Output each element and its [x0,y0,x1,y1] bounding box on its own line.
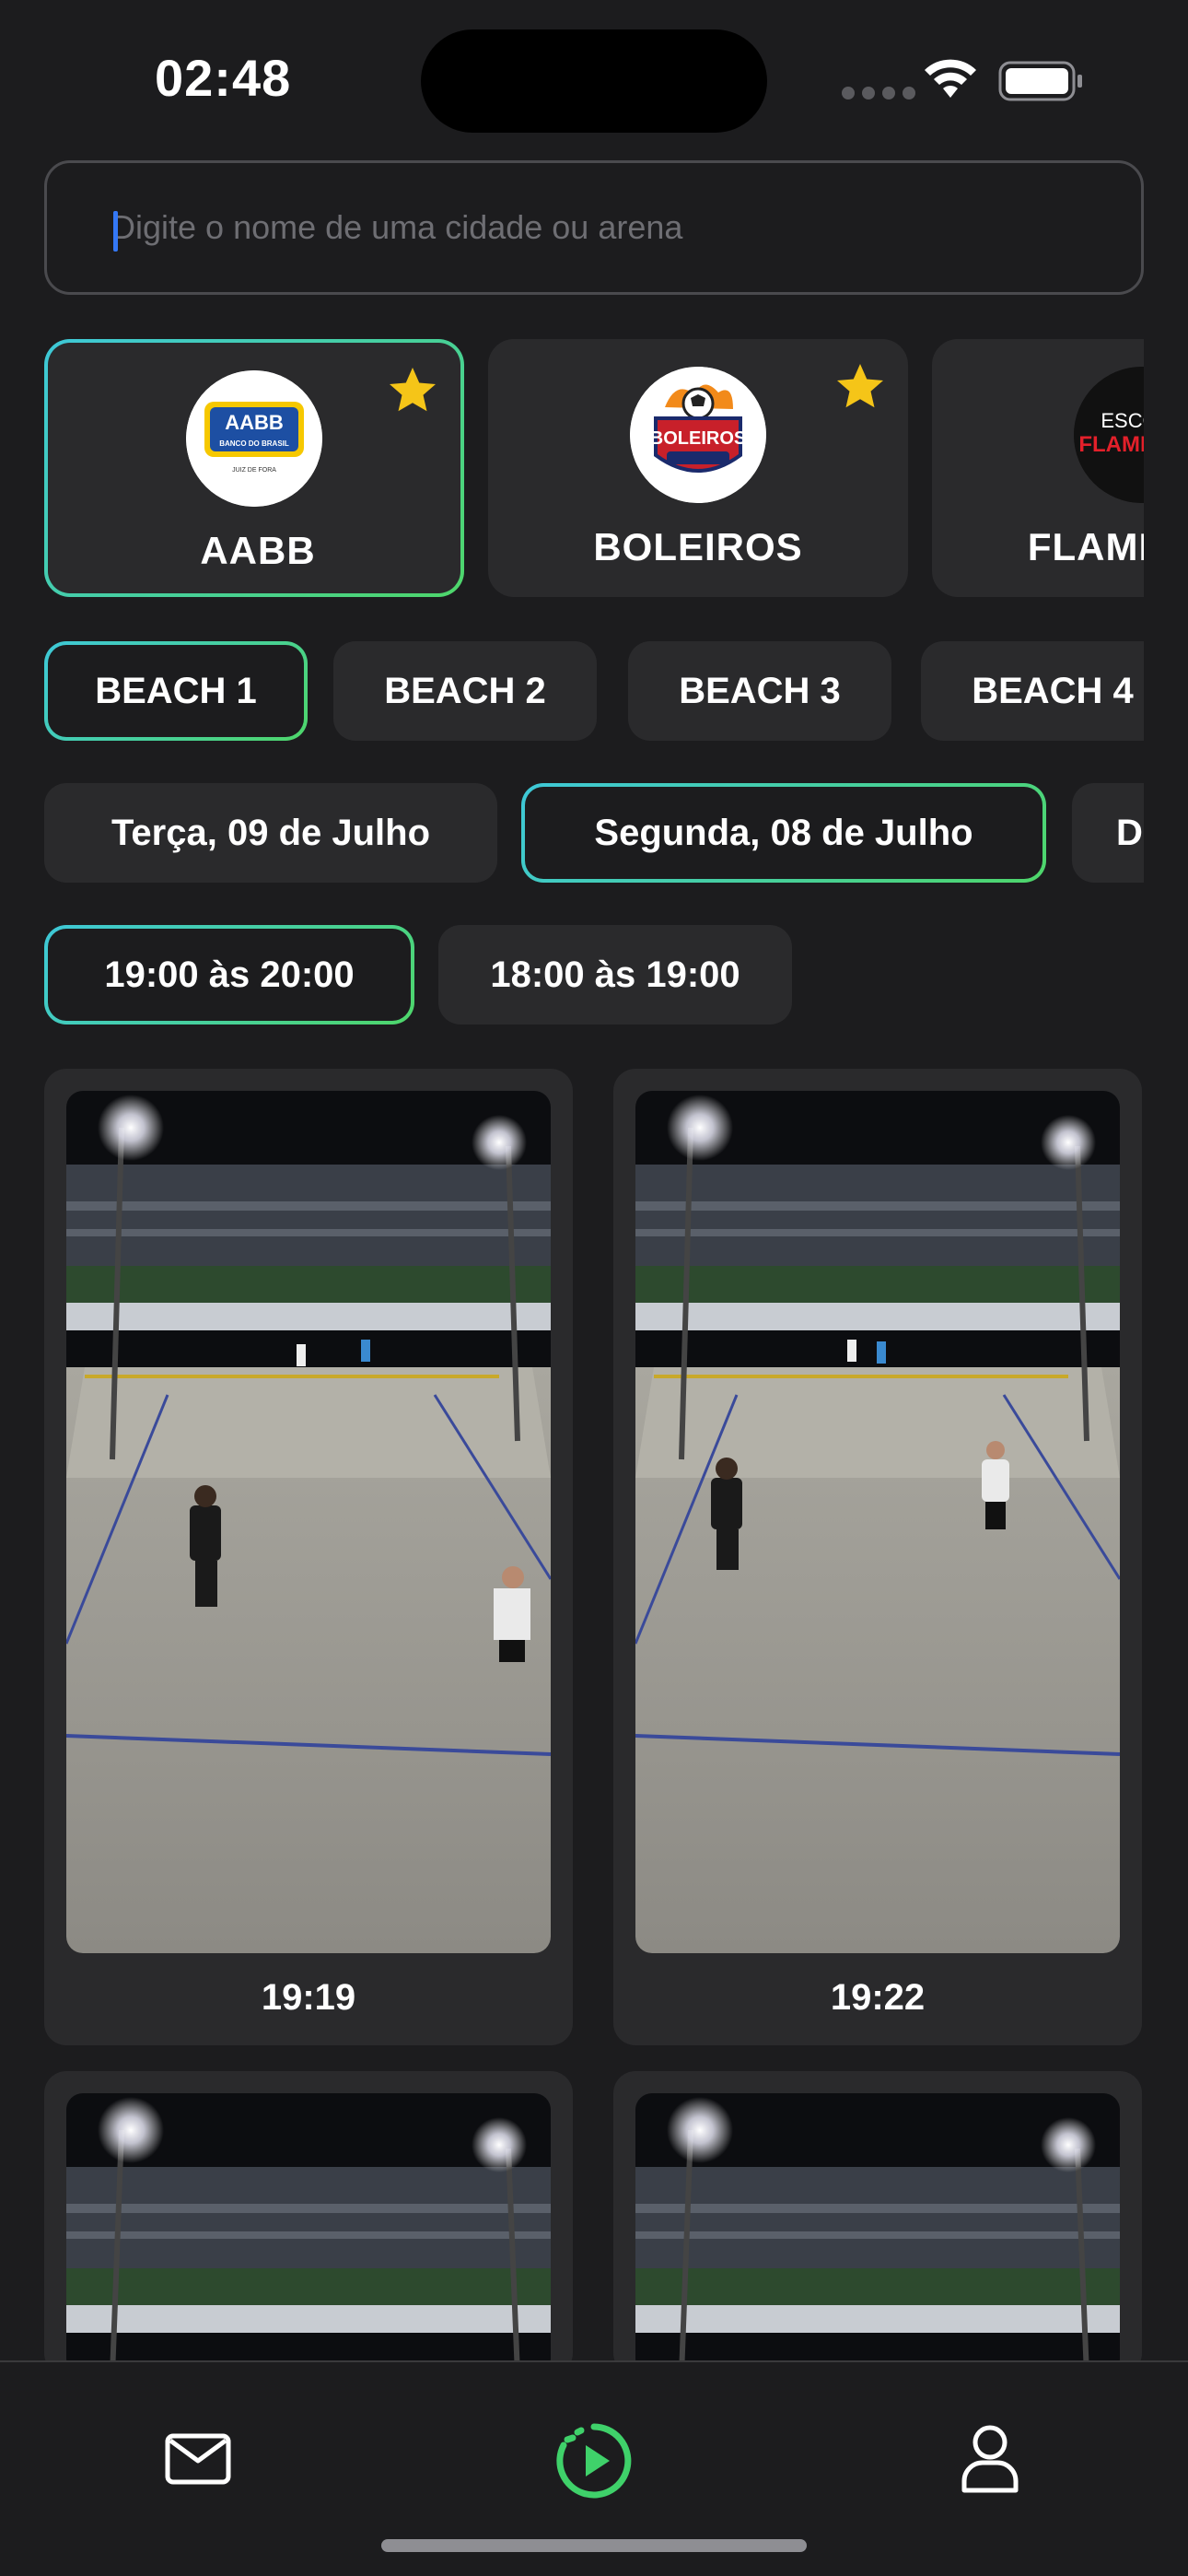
svg-text:ESCOLA: ESCOLA [1101,409,1144,432]
boleiros-logo: BOLEIROS [630,367,766,503]
text-cursor [113,211,118,252]
tab-profile[interactable] [949,2418,1031,2500]
home-indicator [381,2539,807,2552]
mail-icon [165,2433,231,2485]
search-field[interactable] [44,160,1144,295]
tab-messages[interactable] [157,2418,239,2500]
court-selector[interactable]: BEACH 1 BEACH 2 BEACH 3 BEACH 4 [44,641,1144,741]
search-input[interactable] [111,208,1141,247]
flamengo-logo: ESCOLA FLAMENGO [1074,367,1144,503]
court-chip[interactable]: BEACH 2 [333,641,597,741]
favorite-star-icon[interactable] [385,363,440,418]
svg-text:BOLEIROS: BOLEIROS [650,428,746,449]
svg-text:FLAMENGO: FLAMENGO [1078,432,1144,457]
video-card[interactable]: 19:22 [613,1069,1142,2045]
arena-name: AABB [200,529,316,572]
profile-icon [961,2425,1019,2493]
date-selector[interactable]: Terça, 09 de Julho Segunda, 08 de Julho … [44,783,1144,883]
video-thumbnail[interactable] [66,2093,551,2375]
cellular-signal-icon [842,87,915,100]
replay-play-icon [556,2423,632,2499]
tab-replays[interactable] [551,2418,637,2504]
video-card[interactable] [44,2071,573,2375]
battery-icon [998,61,1082,101]
video-thumbnail[interactable] [66,1091,551,1953]
court-chip[interactable]: BEACH 1 [44,641,308,741]
svg-text:BANCO DO BRASIL: BANCO DO BRASIL [219,439,289,448]
date-chip[interactable]: Domingo, 07 de Julho [1072,783,1144,883]
time-slot-selector[interactable]: 19:00 às 20:00 18:00 às 19:00 [44,925,1144,1025]
arena-name: FLAMENGO [1027,525,1144,568]
arena-name: BOLEIROS [593,525,803,568]
dynamic-island [421,29,767,133]
video-timestamp: 19:19 [261,1977,356,2018]
video-thumbnail[interactable] [635,1091,1120,1953]
favorite-star-icon[interactable] [833,359,888,415]
arena-card-boleiros[interactable]: BOLEIROS BOLEIROS [488,339,908,597]
wifi-icon [925,59,976,98]
status-time: 02:48 [155,49,292,107]
arena-carousel[interactable]: AABB BANCO DO BRASIL JUIZ DE FORA AABB B… [44,339,1144,597]
video-card[interactable] [613,2071,1142,2375]
court-chip[interactable]: BEACH 3 [628,641,891,741]
date-chip[interactable]: Segunda, 08 de Julho [521,783,1046,883]
date-chip[interactable]: Terça, 09 de Julho [44,783,497,883]
video-thumbnail[interactable] [635,2093,1120,2375]
arena-card-aabb[interactable]: AABB BANCO DO BRASIL JUIZ DE FORA AABB [44,339,464,597]
video-timestamp: 19:22 [830,1977,926,2018]
status-bar: 02:48 [0,0,1188,147]
time-slot-chip[interactable]: 18:00 às 19:00 [438,925,792,1025]
aabb-logo: AABB BANCO DO BRASIL JUIZ DE FORA [186,370,322,507]
time-slot-chip[interactable]: 19:00 às 20:00 [44,925,414,1025]
svg-text:AABB: AABB [225,411,284,434]
svg-text:JUIZ DE FORA: JUIZ DE FORA [232,467,276,474]
video-card[interactable]: 19:19 [44,1069,573,2045]
arena-card-flamengo[interactable]: ESCOLA FLAMENGO FLAMENGO [932,339,1144,597]
court-chip[interactable]: BEACH 4 [921,641,1144,741]
